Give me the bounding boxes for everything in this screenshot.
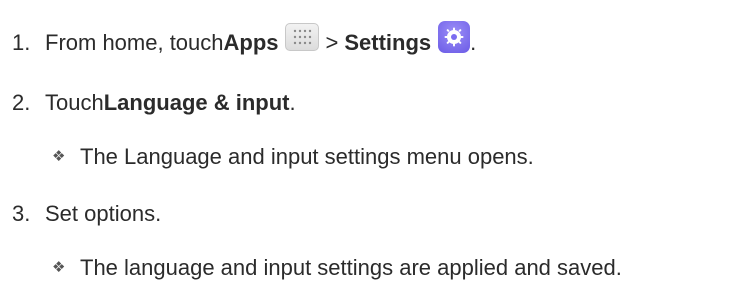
step-1: 1. From home, touch Apps > Settings . [0, 21, 477, 59]
settings-icon [438, 21, 471, 53]
bullet-icon: ❖ [52, 148, 66, 165]
step-2-result: ❖ The Language and input settings menu o… [0, 143, 534, 171]
step-3: 3. Set options. [0, 200, 161, 228]
result-text: The language and input settings are appl… [80, 255, 622, 280]
bullet-icon: ❖ [52, 259, 66, 276]
step-text-suffix: . [470, 30, 477, 55]
separator: > [325, 30, 339, 55]
step-number: 2. [12, 90, 31, 115]
apps-icon [284, 23, 319, 51]
step-number: 3. [12, 201, 31, 226]
step-2: 2. Touch Language & input . [0, 89, 296, 117]
language-input-label: Language & input [103, 90, 290, 115]
instruction-page: 1. From home, touch Apps > Settings . 2.… [0, 0, 737, 298]
result-text: The Language and input settings menu ope… [80, 144, 534, 169]
settings-label: Settings [344, 30, 432, 55]
step-text-prefix: Touch [45, 90, 104, 115]
apps-label: Apps [223, 30, 279, 55]
step-3-result: ❖ The language and input settings are ap… [0, 254, 622, 282]
step-text: Set options. [45, 201, 162, 226]
step-text-prefix: From home, touch [45, 30, 224, 55]
step-number: 1. [12, 30, 31, 55]
step-text-suffix: . [289, 90, 296, 115]
